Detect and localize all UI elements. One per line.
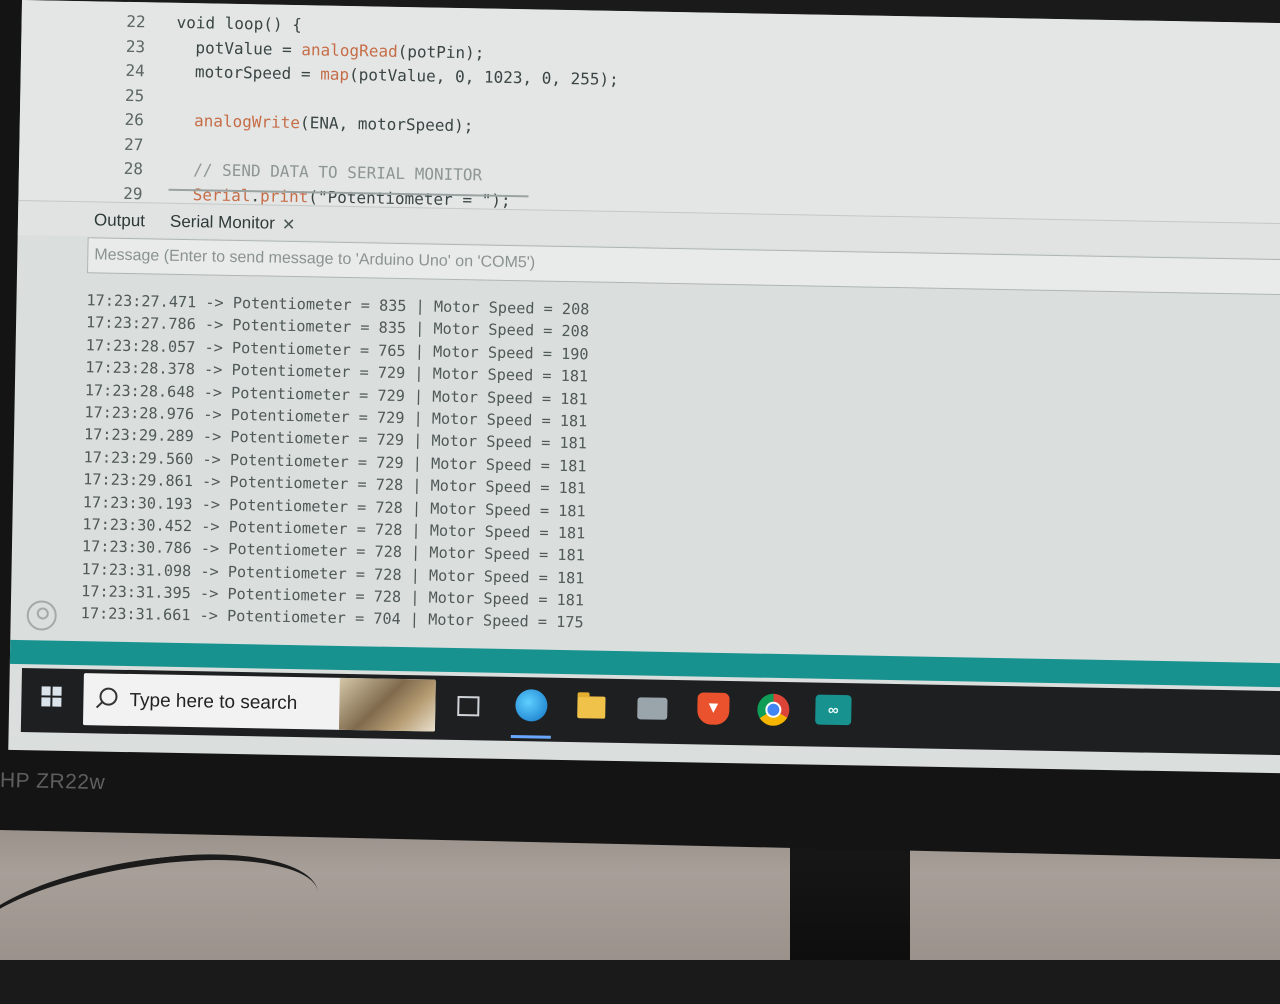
line-number: 27 bbox=[123, 134, 144, 154]
chrome-icon[interactable] bbox=[757, 693, 790, 727]
code-line[interactable]: analogWrite(ENA, motorSpeed); bbox=[175, 111, 474, 135]
task-view-icon[interactable] bbox=[457, 695, 480, 717]
account-icon[interactable] bbox=[26, 600, 57, 631]
line-number: 25 bbox=[124, 85, 145, 105]
code-function-token: analogWrite bbox=[193, 111, 301, 133]
search-icon bbox=[99, 687, 118, 706]
code-function-token: Serial bbox=[192, 184, 251, 205]
code-token: void loop() { bbox=[176, 12, 303, 35]
monitor-brand-label: HP ZR22w bbox=[0, 768, 106, 795]
serial-output: 17:23:27.471 -> Potentiometer = 835 | Mo… bbox=[81, 289, 590, 634]
taskbar-search[interactable] bbox=[82, 673, 436, 732]
code-token: (potPin); bbox=[397, 41, 485, 62]
close-icon[interactable]: ✕ bbox=[282, 215, 296, 235]
app-icon[interactable] bbox=[637, 697, 668, 720]
line-number: 28 bbox=[123, 158, 144, 179]
code-function-token: analogRead bbox=[301, 39, 398, 61]
code-token: . bbox=[250, 185, 261, 205]
code-line[interactable]: potValue = analogRead(potPin); bbox=[175, 37, 485, 62]
code-token: (ENA, motorSpeed); bbox=[299, 113, 474, 136]
code-function-token: print bbox=[259, 185, 309, 206]
search-highlight-image bbox=[338, 677, 436, 732]
active-app-indicator bbox=[510, 734, 551, 739]
arduino-ide-icon[interactable]: ∞ bbox=[815, 694, 852, 726]
code-token: potValue = bbox=[175, 37, 302, 59]
code-editor[interactable]: 22 23 24 25 26 27 28 29 void loop() { potValue … bbox=[18, 0, 1280, 224]
windows-start-icon[interactable] bbox=[41, 686, 62, 707]
line-number: 22 bbox=[126, 11, 146, 32]
edge-icon[interactable] bbox=[515, 689, 548, 722]
code-token: motorSpeed = bbox=[175, 61, 321, 84]
code-function-token: map bbox=[320, 64, 350, 85]
brave-icon[interactable]: ▼ bbox=[697, 692, 730, 725]
tab-serial-monitor[interactable]: Serial Monitor bbox=[170, 212, 275, 234]
code-line[interactable]: // SEND DATA TO SERIAL MONITOR bbox=[173, 159, 483, 185]
code-token: (potValue, 0, 1023, 0, 255); bbox=[348, 65, 619, 89]
taskbar-search-input[interactable] bbox=[127, 685, 352, 721]
code-line[interactable]: motorSpeed = map(potValue, 0, 1023, 0, 2… bbox=[176, 62, 619, 89]
screen: 22 23 24 25 26 27 28 29 void loop() { potValue … bbox=[8, 0, 1280, 774]
code-comment-token: // SEND DATA TO SERIAL MONITOR bbox=[173, 159, 483, 185]
code-line[interactable]: void loop() { bbox=[176, 13, 302, 34]
line-number: 26 bbox=[124, 109, 145, 130]
line-number: 24 bbox=[125, 60, 145, 81]
line-number: 29 bbox=[123, 183, 143, 203]
line-number: 23 bbox=[125, 36, 146, 56]
file-explorer-icon[interactable] bbox=[577, 696, 606, 719]
code-area[interactable]: void loop() { potValue = analogRead(potP… bbox=[22, 0, 1280, 210]
tab-output[interactable]: Output bbox=[94, 210, 145, 231]
